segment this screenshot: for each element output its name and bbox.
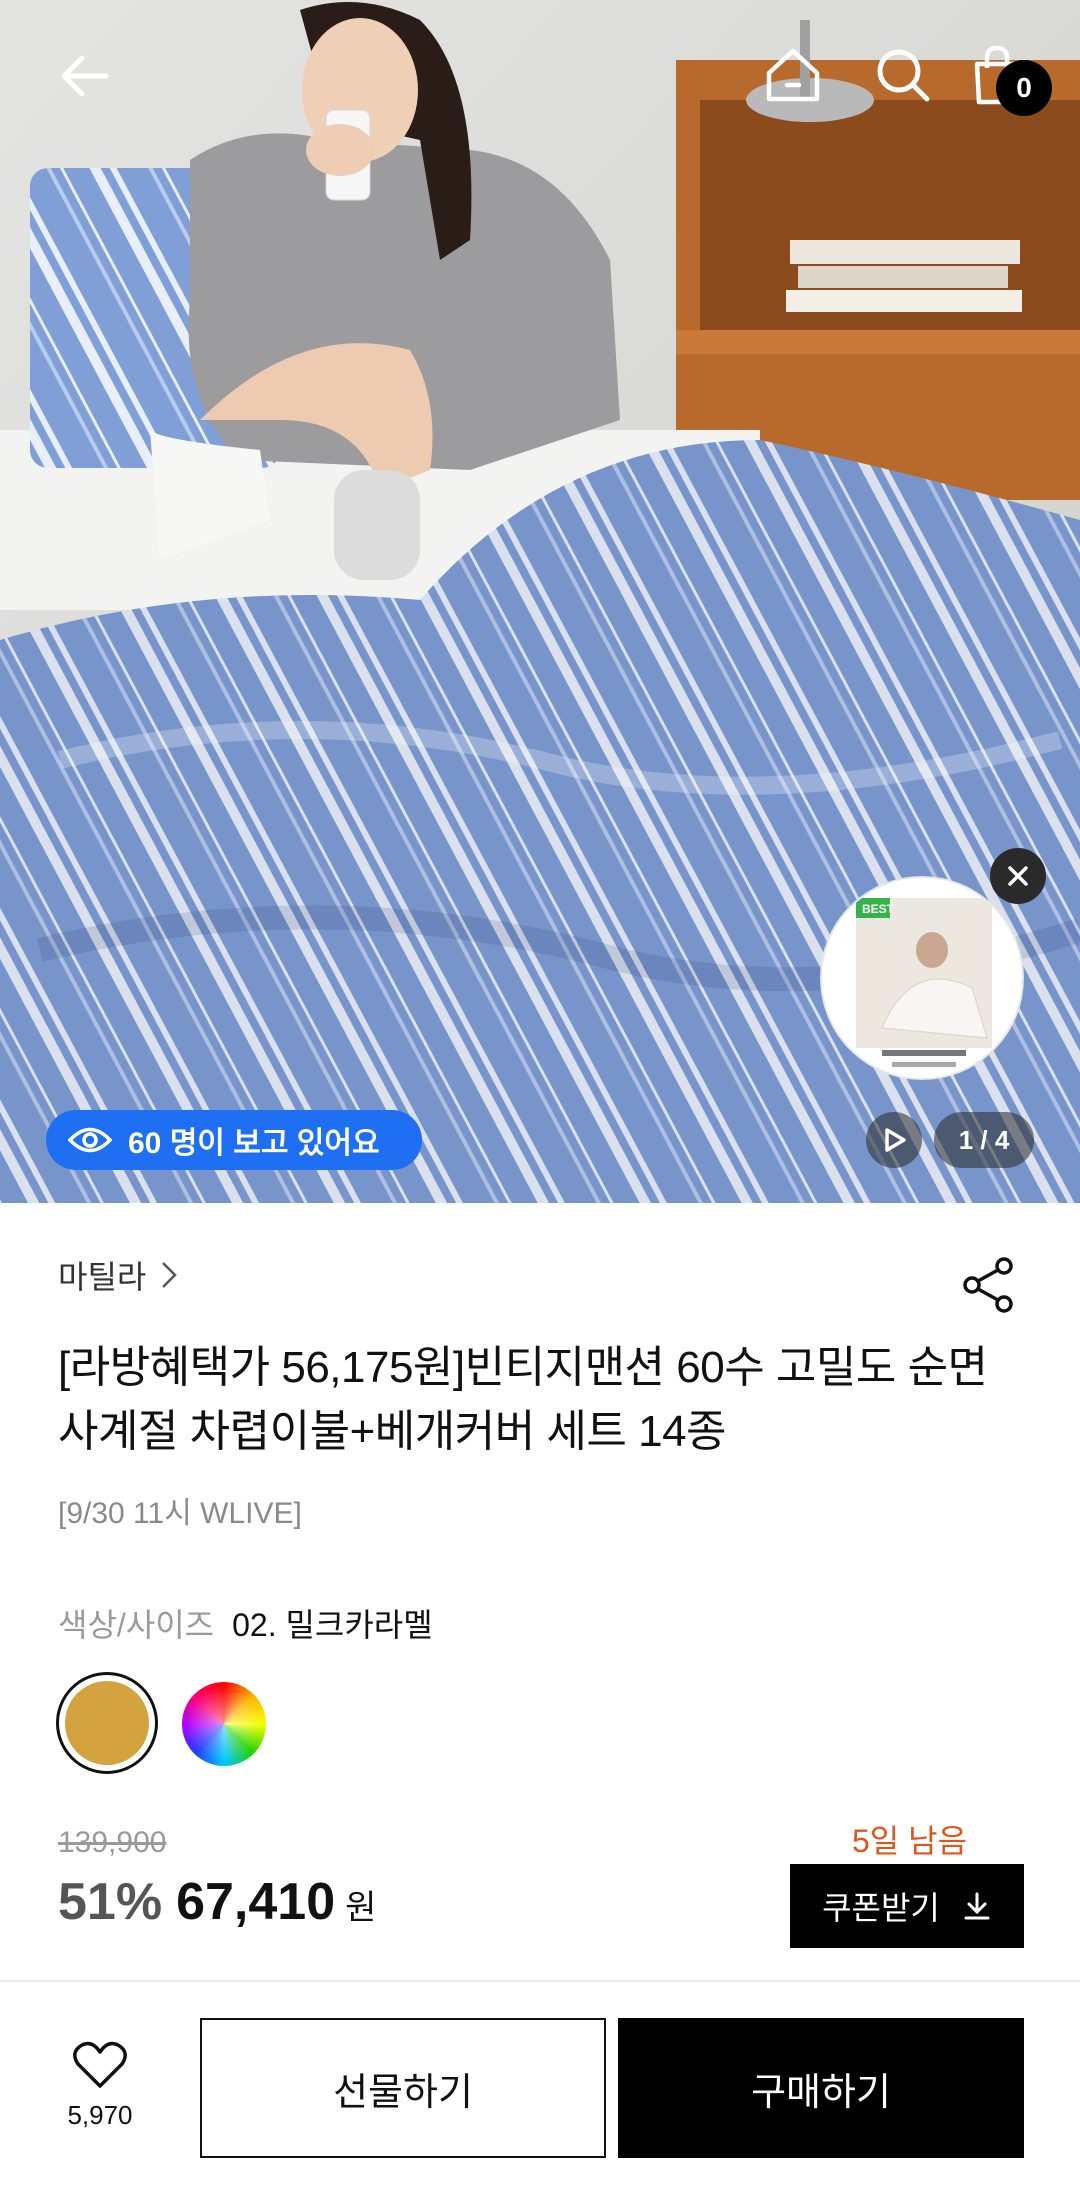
svg-text:BEST: BEST bbox=[862, 902, 895, 916]
gift-button[interactable]: 선물하기 bbox=[200, 2018, 606, 2158]
brand-name: 마틸라 bbox=[58, 1259, 147, 1295]
arrow-left-icon bbox=[61, 55, 109, 97]
home-icon bbox=[766, 48, 820, 102]
option-value: 02. 밀크카라멜 bbox=[232, 1607, 433, 1643]
sale-price: 67,410 bbox=[176, 1873, 336, 1931]
buy-button[interactable]: 구매하기 bbox=[618, 2018, 1024, 2158]
share-icon bbox=[963, 1257, 1013, 1313]
image-page-indicator: 1 / 4 bbox=[934, 1112, 1034, 1168]
viewers-count-pill: 60 명이 보고 있어요 bbox=[46, 1110, 422, 1170]
cart-count-badge: 0 bbox=[996, 60, 1052, 116]
live-video-thumbnail[interactable]: BEST bbox=[820, 876, 1024, 1080]
option-row: 색상/사이즈 02. 밀크카라멜 bbox=[58, 1600, 433, 1646]
play-icon bbox=[885, 1128, 906, 1152]
original-price: 139,900 bbox=[58, 1826, 167, 1859]
close-live-thumbnail-button[interactable] bbox=[990, 848, 1046, 904]
search-icon bbox=[877, 49, 930, 102]
eye-icon bbox=[68, 1127, 112, 1153]
download-icon bbox=[964, 1892, 990, 1920]
live-thumbnail-image: BEST bbox=[822, 878, 1022, 1078]
play-video-button[interactable] bbox=[866, 1112, 922, 1168]
color-swatch-multicolor[interactable] bbox=[182, 1682, 266, 1766]
share-button[interactable] bbox=[960, 1256, 1018, 1314]
coupon-button-label: 쿠폰받기 bbox=[822, 1890, 940, 1926]
product-subtitle: [9/30 11시 WLIVE] bbox=[58, 1497, 302, 1530]
search-button[interactable] bbox=[866, 38, 940, 112]
heart-icon bbox=[73, 2041, 127, 2088]
swatch-color-dot bbox=[65, 1681, 149, 1765]
coupon-download-button[interactable]: 쿠폰받기 bbox=[790, 1864, 1024, 1948]
discount-rate: 51% bbox=[58, 1873, 163, 1931]
home-button[interactable] bbox=[756, 38, 830, 112]
coupon-days-left: 5일 남음 bbox=[852, 1823, 968, 1859]
currency-unit: 원 bbox=[345, 1889, 377, 1927]
price-row: 51% 67,410 원 bbox=[58, 1872, 376, 1932]
bottom-bar-divider bbox=[0, 1980, 1080, 1982]
viewers-count-text: 60 명이 보고 있어요 bbox=[128, 1127, 380, 1160]
brand-link[interactable]: 마틸라 bbox=[58, 1252, 178, 1298]
wishlist-count: 5,970 bbox=[67, 2100, 133, 2130]
back-button[interactable] bbox=[48, 40, 120, 112]
product-title: [라방혜택가 56,175원]빈티지맨션 60수 고밀도 순면 사계절 차렵이불… bbox=[58, 1343, 988, 1456]
product-image-carousel[interactable]: 0 BEST 60 명이 보고 있어요 1 / 4 bbox=[0, 0, 1080, 1203]
chevron-right-icon bbox=[162, 1262, 178, 1288]
option-label: 색상/사이즈 bbox=[58, 1607, 215, 1643]
wishlist-button[interactable]: 5,970 bbox=[40, 2040, 160, 2170]
close-icon bbox=[1008, 866, 1028, 886]
color-swatch-selected[interactable] bbox=[56, 1672, 158, 1774]
